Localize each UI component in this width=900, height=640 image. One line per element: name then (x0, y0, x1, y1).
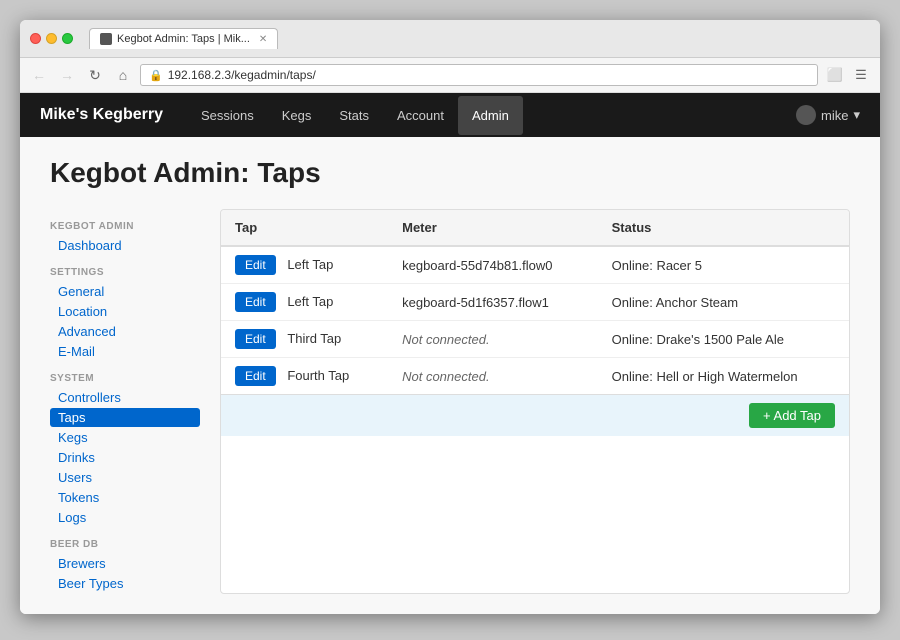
meter-cell: Not connected. (388, 358, 598, 395)
main-panel: Tap Meter Status Edit Left Tap kegboard-… (220, 209, 850, 594)
maximize-button[interactable] (62, 33, 73, 44)
refresh-button[interactable]: ↻ (84, 64, 106, 86)
sidebar-item-advanced[interactable]: Advanced (50, 322, 200, 341)
page-content: Kegbot Admin: Taps KEGBOT ADMIN Dashboar… (20, 137, 880, 614)
sidebar-section-settings: SETTINGS General Location Advanced E-Mai… (50, 267, 200, 361)
tab-close-icon[interactable]: ✕ (259, 34, 267, 45)
table-row: Edit Fourth Tap Not connected. Online: H… (221, 358, 849, 395)
sidebar-item-email[interactable]: E-Mail (50, 342, 200, 361)
browser-tab-bar: Kegbot Admin: Taps | Mik... ✕ (89, 28, 870, 49)
content-layout: KEGBOT ADMIN Dashboard SETTINGS General … (50, 209, 850, 594)
meter-cell: kegboard-5d1f6357.flow1 (388, 284, 598, 321)
tap-name: Fourth Tap (287, 368, 349, 383)
sidebar-item-location[interactable]: Location (50, 302, 200, 321)
url-text: 192.168.2.3/kegadmin/taps/ (168, 68, 809, 82)
add-tap-button[interactable]: + Add Tap (749, 403, 835, 428)
sidebar-section-title-system: SYSTEM (50, 373, 200, 384)
edit-button[interactable]: Edit (235, 366, 276, 386)
meter-cell: Not connected. (388, 321, 598, 358)
table-footer: + Add Tap (221, 394, 849, 436)
sidebar-section-kegbot-admin: KEGBOT ADMIN Dashboard (50, 221, 200, 255)
sidebar-section-title-beer-db: BEER DB (50, 539, 200, 550)
app-brand: Mike's Kegberry (40, 106, 163, 124)
sidebar-section-title-kegbot-admin: KEGBOT ADMIN (50, 221, 200, 232)
status-cell: Online: Racer 5 (598, 246, 849, 284)
sidebar-item-controllers[interactable]: Controllers (50, 388, 200, 407)
status-cell: Online: Anchor Steam (598, 284, 849, 321)
app-nav-links: Sessions Kegs Stats Account Admin (187, 96, 796, 135)
tap-cell: Edit Fourth Tap (221, 358, 388, 395)
tap-name: Left Tap (287, 294, 333, 309)
user-dropdown-chevron-icon[interactable]: ▾ (853, 107, 860, 123)
column-meter: Meter (388, 210, 598, 246)
status-cell: Online: Hell or High Watermelon (598, 358, 849, 395)
tab-title: Kegbot Admin: Taps | Mik... (117, 33, 250, 45)
sidebar-section-beer-db: BEER DB Brewers Beer Types (50, 539, 200, 593)
column-status: Status (598, 210, 849, 246)
meter-cell: kegboard-55d74b81.flow0 (388, 246, 598, 284)
sidebar-section-system: SYSTEM Controllers Taps Kegs Drinks User… (50, 373, 200, 527)
table-row: Edit Left Tap kegboard-5d1f6357.flow1 On… (221, 284, 849, 321)
sidebar-item-beer-types[interactable]: Beer Types (50, 574, 200, 593)
tap-name: Left Tap (287, 257, 333, 272)
nav-kegs[interactable]: Kegs (268, 96, 326, 135)
browser-nav-bar: ← → ↻ ⌂ 🔒 192.168.2.3/kegadmin/taps/ ⬜ ☰ (20, 58, 880, 93)
nav-sessions[interactable]: Sessions (187, 96, 268, 135)
edit-button[interactable]: Edit (235, 255, 276, 275)
meter-not-connected: Not connected. (402, 369, 489, 384)
tap-name: Third Tap (287, 331, 341, 346)
back-button[interactable]: ← (28, 64, 50, 86)
tap-cell: Edit Left Tap (221, 246, 388, 284)
nav-right-icons: ⬜ ☰ (824, 64, 872, 86)
sidebar-item-logs[interactable]: Logs (50, 508, 200, 527)
cast-icon[interactable]: ⬜ (824, 64, 846, 86)
sidebar-item-kegs[interactable]: Kegs (50, 428, 200, 447)
browser-window: Kegbot Admin: Taps | Mik... ✕ ← → ↻ ⌂ 🔒 … (20, 20, 880, 614)
table-row: Edit Left Tap kegboard-55d74b81.flow0 On… (221, 246, 849, 284)
sidebar-item-dashboard[interactable]: Dashboard (50, 236, 200, 255)
close-button[interactable] (30, 33, 41, 44)
tap-cell: Edit Left Tap (221, 284, 388, 321)
browser-titlebar: Kegbot Admin: Taps | Mik... ✕ (20, 20, 880, 58)
status-cell: Online: Drake's 1500 Pale Ale (598, 321, 849, 358)
sidebar-section-title-settings: SETTINGS (50, 267, 200, 278)
sidebar-item-brewers[interactable]: Brewers (50, 554, 200, 573)
page-title: Kegbot Admin: Taps (50, 157, 850, 189)
browser-tab[interactable]: Kegbot Admin: Taps | Mik... ✕ (89, 28, 278, 49)
home-button[interactable]: ⌂ (112, 64, 134, 86)
app-nav-user: mike ▾ (796, 105, 860, 125)
lock-icon: 🔒 (149, 69, 163, 82)
nav-admin[interactable]: Admin (458, 96, 523, 135)
edit-button[interactable]: Edit (235, 329, 276, 349)
edit-button[interactable]: Edit (235, 292, 276, 312)
address-bar[interactable]: 🔒 192.168.2.3/kegadmin/taps/ (140, 64, 818, 86)
user-label: mike (821, 108, 848, 123)
user-avatar-icon (796, 105, 816, 125)
sidebar-item-drinks[interactable]: Drinks (50, 448, 200, 467)
taps-table: Tap Meter Status Edit Left Tap kegboard-… (221, 210, 849, 394)
tap-cell: Edit Third Tap (221, 321, 388, 358)
sidebar-item-taps[interactable]: Taps (50, 408, 200, 427)
nav-account[interactable]: Account (383, 96, 458, 135)
sidebar-item-users[interactable]: Users (50, 468, 200, 487)
app-navbar: Mike's Kegberry Sessions Kegs Stats Acco… (20, 93, 880, 137)
menu-icon[interactable]: ☰ (850, 64, 872, 86)
column-tap: Tap (221, 210, 388, 246)
sidebar-item-general[interactable]: General (50, 282, 200, 301)
meter-not-connected: Not connected. (402, 332, 489, 347)
sidebar-item-tokens[interactable]: Tokens (50, 488, 200, 507)
tab-favicon-icon (100, 33, 112, 45)
nav-stats[interactable]: Stats (325, 96, 383, 135)
traffic-lights (30, 33, 73, 44)
minimize-button[interactable] (46, 33, 57, 44)
table-row: Edit Third Tap Not connected. Online: Dr… (221, 321, 849, 358)
forward-button[interactable]: → (56, 64, 78, 86)
sidebar: KEGBOT ADMIN Dashboard SETTINGS General … (50, 209, 200, 594)
